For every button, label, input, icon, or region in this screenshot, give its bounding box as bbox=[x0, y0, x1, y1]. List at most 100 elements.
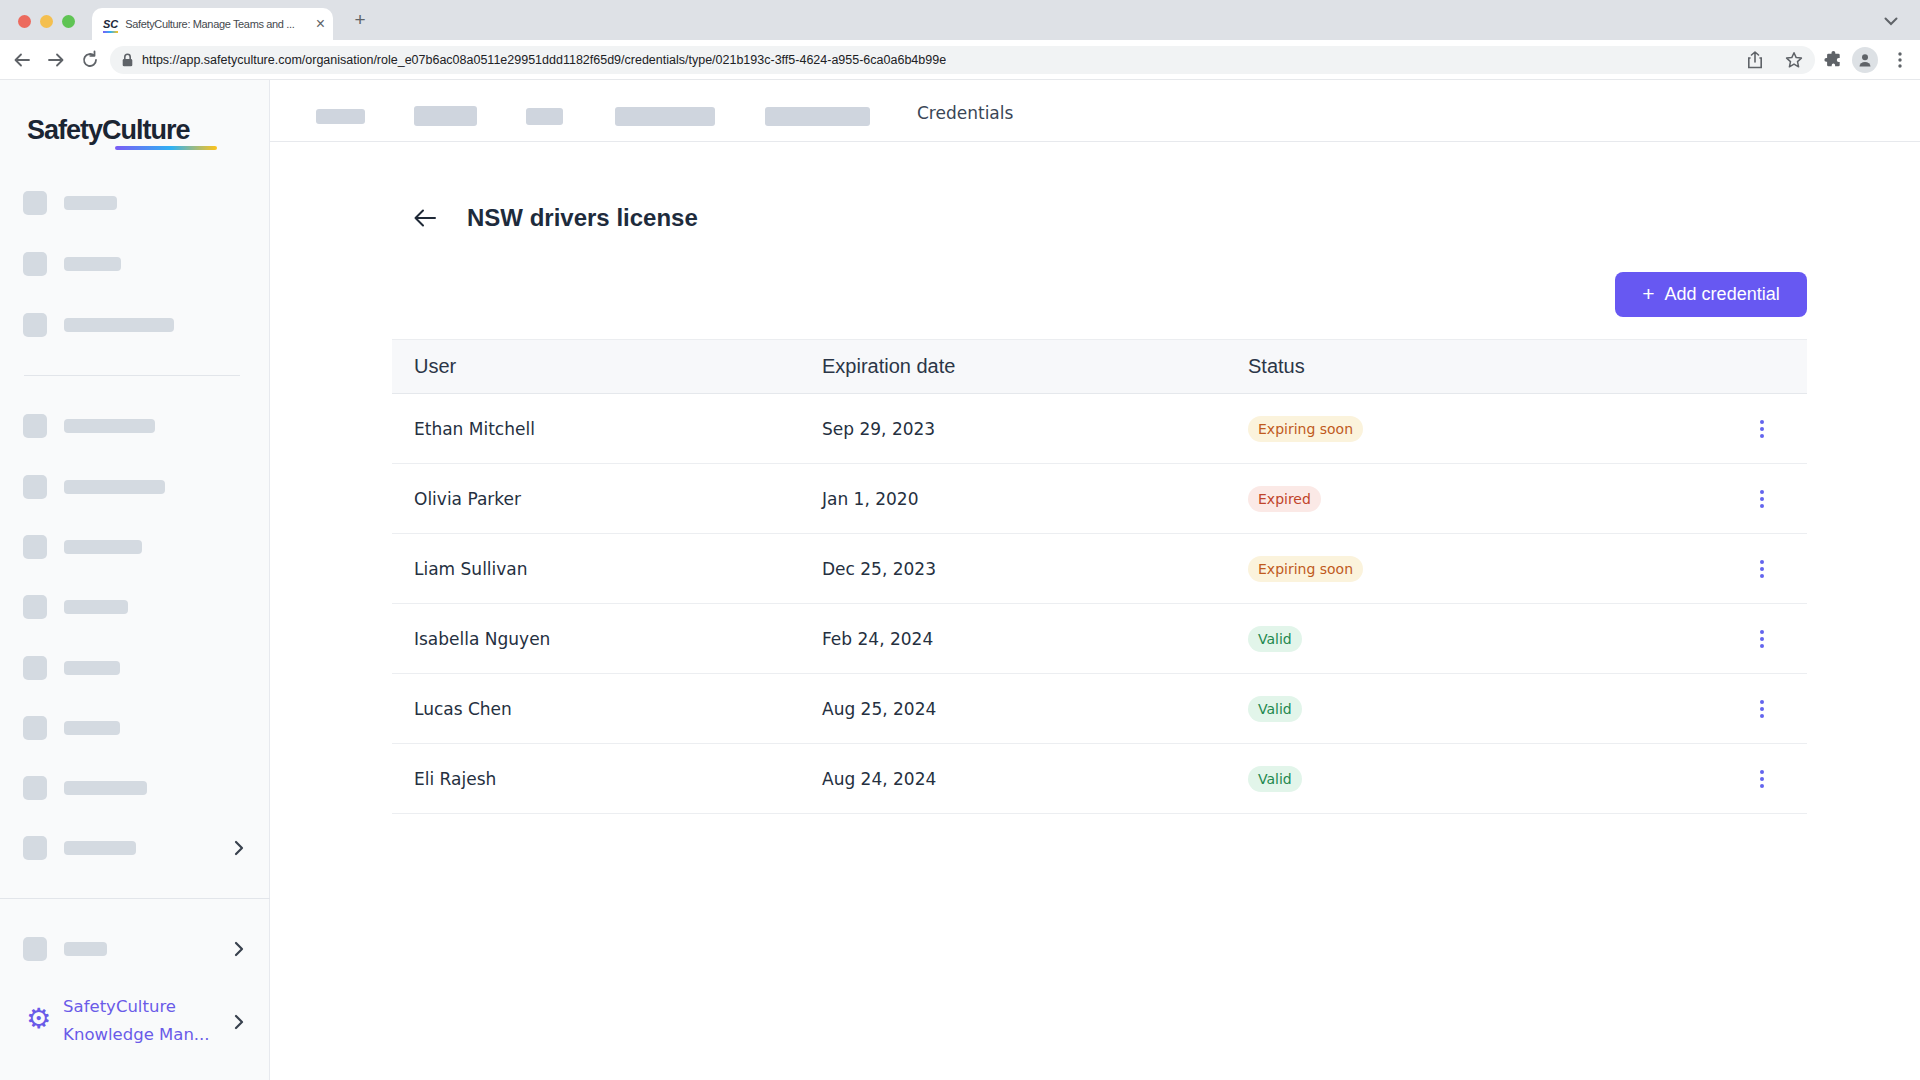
plus-icon: + bbox=[1642, 282, 1654, 306]
sidebar: SafetyCulture ⚙ SafetyCulture Knowledge … bbox=[0, 80, 270, 1080]
user-cell: Isabella Nguyen bbox=[392, 629, 822, 649]
user-cell: Liam Sullivan bbox=[392, 559, 822, 579]
address-bar[interactable]: https://app.safetyculture.com/organisati… bbox=[110, 46, 1815, 74]
sidebar-item-placeholder[interactable] bbox=[23, 535, 142, 559]
row-actions-kebab-icon[interactable] bbox=[1760, 630, 1764, 648]
person-icon bbox=[1857, 52, 1873, 68]
column-header-user: User bbox=[392, 355, 822, 378]
status-badge: Valid bbox=[1248, 766, 1302, 792]
logo-underline bbox=[115, 146, 217, 150]
row-actions-kebab-icon[interactable] bbox=[1760, 770, 1764, 788]
knowledge-base-line1: SafetyCulture bbox=[63, 997, 176, 1016]
close-tab-icon[interactable]: × bbox=[316, 15, 325, 33]
user-cell: Lucas Chen bbox=[392, 699, 822, 719]
table-row: Lucas Chen Aug 25, 2024 Valid bbox=[392, 674, 1807, 744]
column-header-status: Status bbox=[1248, 355, 1717, 378]
back-button[interactable] bbox=[410, 204, 440, 232]
row-actions-kebab-icon[interactable] bbox=[1760, 420, 1764, 438]
forward-icon[interactable] bbox=[46, 50, 66, 70]
page-title: NSW drivers license bbox=[467, 203, 698, 233]
user-cell: Ethan Mitchell bbox=[392, 419, 822, 439]
user-cell: Olivia Parker bbox=[392, 489, 822, 509]
nav-tab-placeholder[interactable] bbox=[615, 107, 715, 126]
sidebar-item-placeholder[interactable] bbox=[23, 414, 155, 438]
bookmark-star-icon[interactable] bbox=[1785, 51, 1803, 69]
table-row: Isabella Nguyen Feb 24, 2024 Valid bbox=[392, 604, 1807, 674]
extensions-puzzle-icon[interactable] bbox=[1824, 50, 1843, 69]
expiration-cell: Feb 24, 2024 bbox=[822, 629, 1248, 649]
row-actions-kebab-icon[interactable] bbox=[1760, 560, 1764, 578]
sidebar-item-placeholder[interactable] bbox=[23, 595, 128, 619]
back-icon[interactable] bbox=[12, 50, 32, 70]
nav-tab-placeholder[interactable] bbox=[765, 107, 870, 126]
table-body: Ethan Mitchell Sep 29, 2023 Expiring soo… bbox=[392, 394, 1807, 814]
tab-search-chevron-icon[interactable] bbox=[1884, 17, 1898, 26]
browser-toolbar: https://app.safetyculture.com/organisati… bbox=[0, 40, 1920, 80]
profile-avatar[interactable] bbox=[1852, 47, 1878, 73]
safetyculture-favicon-icon: SC bbox=[103, 18, 118, 31]
add-credential-label: Add credential bbox=[1665, 284, 1780, 305]
row-actions-kebab-icon[interactable] bbox=[1760, 700, 1764, 718]
knowledge-base-line2: Knowledge Man... bbox=[63, 1025, 210, 1044]
nav-tab-placeholder[interactable] bbox=[414, 106, 477, 126]
sidebar-item-placeholder[interactable] bbox=[23, 475, 165, 499]
safetyculture-logo: SafetyCulture bbox=[27, 115, 190, 146]
knowledge-base-link[interactable]: ⚙ SafetyCulture Knowledge Man... bbox=[26, 993, 210, 1049]
reload-icon[interactable] bbox=[80, 50, 100, 70]
table-row: Olivia Parker Jan 1, 2020 Expired bbox=[392, 464, 1807, 534]
content-area: NSW drivers license + Add credential Use… bbox=[270, 142, 1920, 1080]
nav-tab-placeholder[interactable] bbox=[526, 108, 563, 125]
credentials-table: User Expiration date Status Ethan Mitche… bbox=[392, 339, 1807, 814]
window-controls bbox=[18, 15, 75, 28]
chevron-right-icon[interactable] bbox=[234, 840, 244, 856]
sidebar-item-placeholder[interactable] bbox=[23, 716, 120, 740]
table-header-row: User Expiration date Status bbox=[392, 340, 1807, 394]
arrow-left-icon bbox=[413, 209, 437, 227]
main-area: Credentials NSW drivers license + Add cr… bbox=[270, 80, 1920, 1080]
sidebar-item-placeholder[interactable] bbox=[23, 937, 107, 961]
new-tab-button[interactable]: + bbox=[349, 9, 371, 31]
expiration-cell: Jan 1, 2020 bbox=[822, 489, 1248, 509]
gear-icon: ⚙ bbox=[26, 993, 51, 1049]
top-navigation: Credentials bbox=[270, 80, 1920, 142]
status-badge: Expiring soon bbox=[1248, 416, 1363, 442]
minimize-window-button[interactable] bbox=[40, 15, 53, 28]
expiration-cell: Sep 29, 2023 bbox=[822, 419, 1248, 439]
sidebar-item-placeholder[interactable] bbox=[23, 191, 117, 215]
sidebar-bottom-divider bbox=[0, 898, 270, 899]
browser-chrome: SC SafetyCulture: Manage Teams and ... ×… bbox=[0, 0, 1920, 80]
column-header-expiration: Expiration date bbox=[822, 355, 1248, 378]
sidebar-item-placeholder[interactable] bbox=[23, 656, 120, 680]
browser-tab[interactable]: SC SafetyCulture: Manage Teams and ... × bbox=[92, 8, 333, 40]
tab-title: SafetyCulture: Manage Teams and ... bbox=[125, 18, 311, 30]
row-actions-kebab-icon[interactable] bbox=[1760, 490, 1764, 508]
expiration-cell: Aug 24, 2024 bbox=[822, 769, 1248, 789]
sidebar-item-placeholder[interactable] bbox=[23, 252, 121, 276]
table-row: Ethan Mitchell Sep 29, 2023 Expiring soo… bbox=[392, 394, 1807, 464]
nav-tab-placeholder[interactable] bbox=[316, 109, 365, 124]
status-badge: Expiring soon bbox=[1248, 556, 1363, 582]
chevron-right-icon[interactable] bbox=[234, 1014, 244, 1030]
sidebar-item-placeholder[interactable] bbox=[23, 313, 174, 337]
add-credential-button[interactable]: + Add credential bbox=[1615, 272, 1807, 317]
url-text: https://app.safetyculture.com/organisati… bbox=[142, 53, 946, 67]
share-icon[interactable] bbox=[1747, 51, 1763, 69]
chevron-right-icon[interactable] bbox=[234, 941, 244, 957]
close-window-button[interactable] bbox=[18, 15, 31, 28]
nav-tab-credentials[interactable]: Credentials bbox=[917, 103, 1013, 123]
maximize-window-button[interactable] bbox=[62, 15, 75, 28]
sidebar-item-placeholder[interactable] bbox=[23, 836, 136, 860]
tab-strip: SC SafetyCulture: Manage Teams and ... ×… bbox=[0, 0, 1920, 40]
status-badge: Expired bbox=[1248, 486, 1321, 512]
sidebar-divider bbox=[24, 375, 240, 376]
expiration-cell: Dec 25, 2023 bbox=[822, 559, 1248, 579]
lock-icon bbox=[122, 53, 133, 67]
user-cell: Eli Rajesh bbox=[392, 769, 822, 789]
sidebar-item-placeholder[interactable] bbox=[23, 776, 147, 800]
browser-menu-kebab-icon[interactable] bbox=[1892, 50, 1908, 70]
expiration-cell: Aug 25, 2024 bbox=[822, 699, 1248, 719]
table-row: Eli Rajesh Aug 24, 2024 Valid bbox=[392, 744, 1807, 814]
logo-text: SafetyCulture bbox=[27, 115, 190, 145]
status-badge: Valid bbox=[1248, 626, 1302, 652]
table-row: Liam Sullivan Dec 25, 2023 Expiring soon bbox=[392, 534, 1807, 604]
